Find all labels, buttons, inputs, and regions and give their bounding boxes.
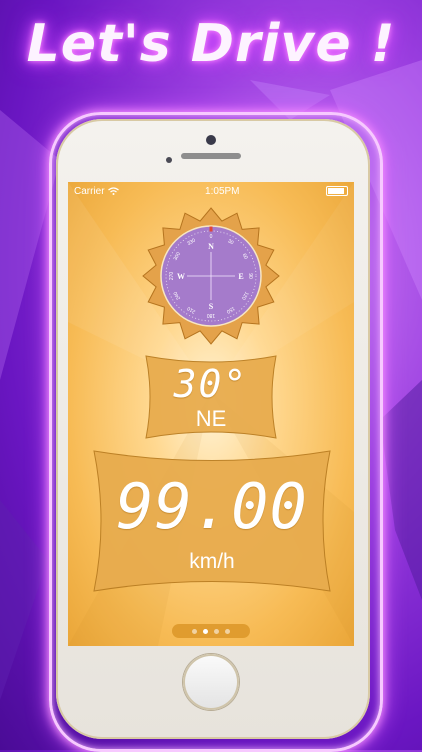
page-dot[interactable]	[203, 628, 208, 634]
compass-tick-label: 180	[207, 312, 216, 318]
page-control[interactable]	[172, 624, 250, 638]
compass-tick-label: 0	[210, 234, 213, 240]
page-dot[interactable]	[225, 628, 230, 634]
wifi-icon	[107, 187, 119, 195]
status-time: 1:05PM	[205, 185, 240, 197]
compass-tick-label: 90	[247, 273, 253, 279]
earpiece-speaker	[181, 153, 241, 159]
speed-value: 99.00	[116, 470, 308, 543]
compass-cardinal-east: E	[238, 272, 243, 281]
battery-icon	[326, 186, 348, 196]
compass-cardinal-south: S	[209, 302, 214, 311]
compass-cardinal-west: W	[177, 272, 185, 281]
page-dot[interactable]	[192, 628, 197, 634]
heading-panel: 30° NE	[140, 354, 282, 440]
page-dot[interactable]	[214, 628, 219, 634]
headline-title: Let's Drive !	[26, 14, 396, 74]
north-marker	[209, 226, 213, 232]
heading-direction: NE	[195, 406, 227, 431]
status-bar: Carrier 1:05PM	[68, 182, 354, 200]
speed-panel: 99.00 km/h	[90, 448, 334, 594]
home-button[interactable]	[183, 654, 239, 710]
front-camera-icon	[206, 135, 216, 145]
speed-unit: km/h	[189, 550, 235, 573]
compass-dial-icon: 0 30 60 90 120 150 180 210 240 270 300 330 NESW	[141, 206, 281, 346]
heading-degrees: 30°	[173, 362, 249, 406]
carrier-label: Carrier	[74, 185, 105, 197]
proximity-sensor-icon	[166, 157, 172, 163]
compass-cardinal-north: N	[208, 242, 214, 251]
phone-screen: Carrier 1:05PM 0 30 60 90 120 150 180 210 240 270…	[68, 182, 354, 646]
compass-tick-label: 270	[169, 272, 175, 281]
